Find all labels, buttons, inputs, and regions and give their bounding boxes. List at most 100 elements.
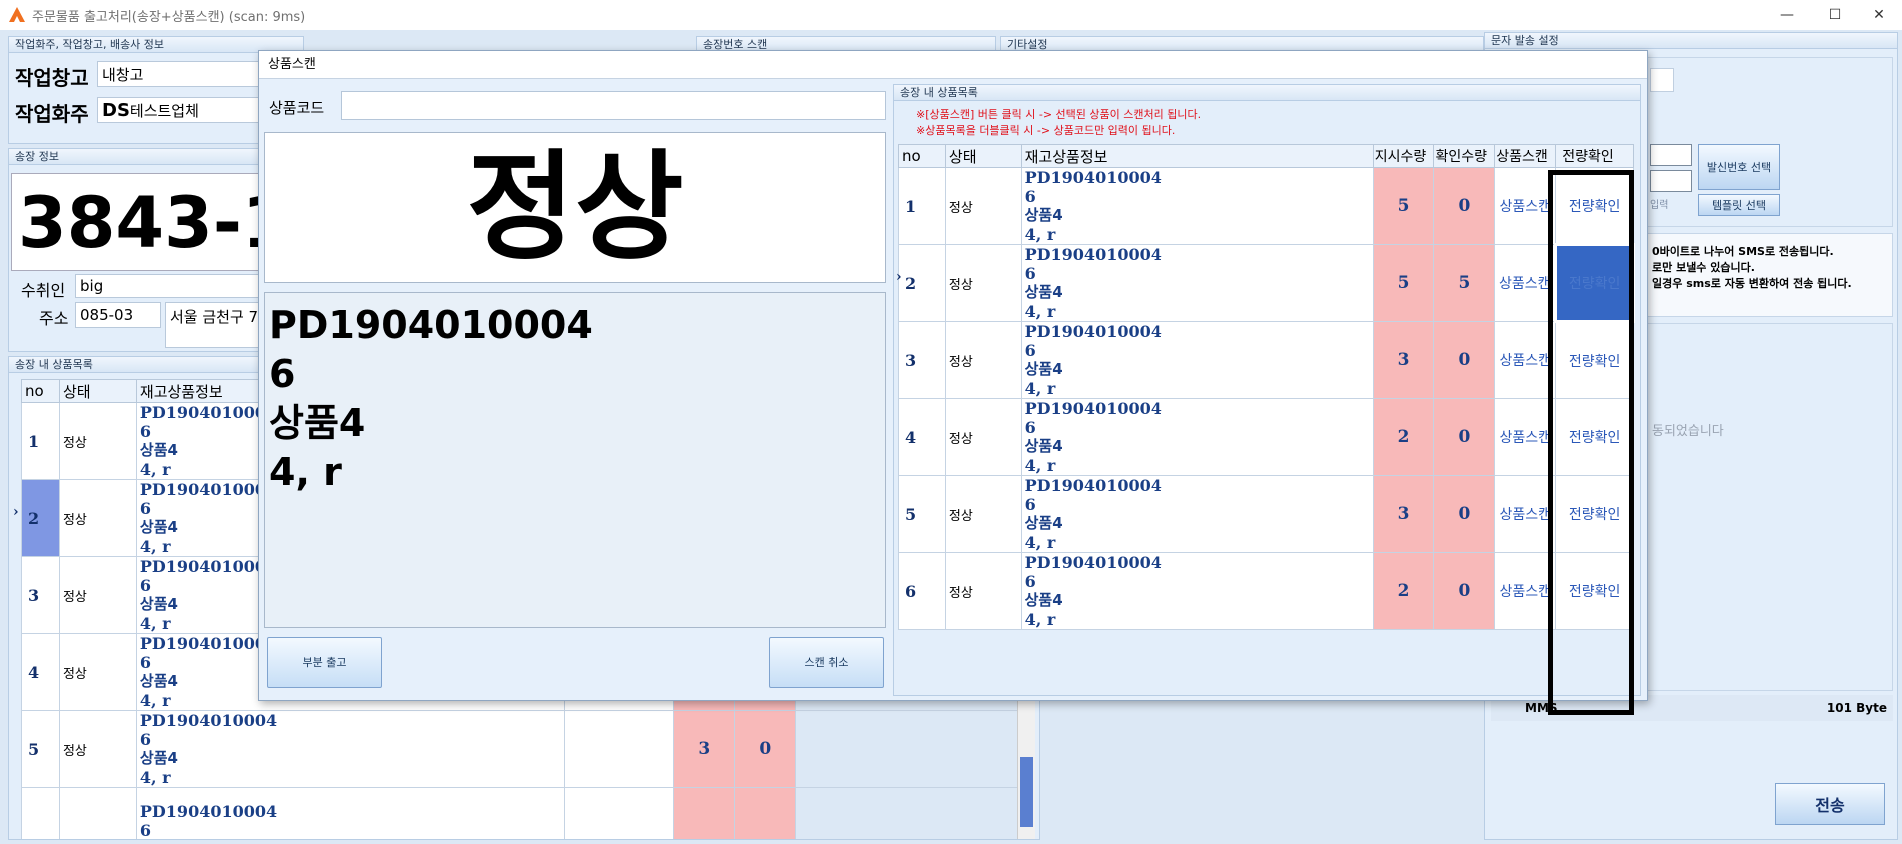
order-qty-cell[interactable]: 3 <box>673 710 736 788</box>
confirm-all-link[interactable]: 전량확인 <box>1555 552 1634 630</box>
header-no[interactable]: no <box>898 144 946 168</box>
product-scan-link[interactable]: 상품스캔 <box>1494 475 1557 553</box>
product-info-cell[interactable]: PD1904010004 6 상품4 4, r <box>1020 321 1374 399</box>
row-no-cell[interactable]: 5 <box>21 710 60 788</box>
confirm-qty-cell[interactable]: 0 <box>734 710 797 788</box>
row-status[interactable]: 정상 <box>944 167 1022 245</box>
confirm-qty-cell[interactable] <box>734 787 797 839</box>
product-info-cell[interactable]: PD1904010004 6 상품4 4, r <box>1020 552 1374 630</box>
row-status[interactable]: 정상 <box>944 244 1022 322</box>
row-no-cell[interactable]: 4 <box>898 398 946 476</box>
confirm-all-link[interactable]: 전량확인 <box>1555 398 1634 476</box>
row-no-cell[interactable]: › 2 <box>13 479 60 557</box>
header-status[interactable]: 상태 <box>944 144 1022 168</box>
row-no-cell[interactable]: 3 <box>21 556 60 634</box>
minimize-button[interactable]: — <box>1764 0 1810 30</box>
maximize-button[interactable]: ☐ <box>1812 0 1858 30</box>
row-empty-cell[interactable] <box>563 787 675 839</box>
header-confirm-all[interactable]: 전량확인 <box>1555 144 1634 168</box>
confirm-all-link[interactable]: 전량확인 <box>1555 167 1634 245</box>
product-scan-link[interactable]: 상품스캔 <box>1494 244 1557 322</box>
product-info-cell[interactable]: PD1904010004 6 상품4 4, r <box>1020 167 1374 245</box>
product-scan-link[interactable]: 상품스캔 <box>1494 398 1557 476</box>
order-qty-cell[interactable]: 5 <box>1372 244 1435 322</box>
row-status[interactable]: 정상 <box>58 710 137 788</box>
row-no-cell[interactable]: 1 <box>898 167 946 245</box>
scrollbar-thumb[interactable] <box>1020 757 1033 827</box>
confirm-qty-cell[interactable]: 0 <box>1433 398 1496 476</box>
product-info-cell[interactable]: PD1904010004 6 상품4 4, r <box>135 710 565 788</box>
sender-input[interactable] <box>1650 68 1674 92</box>
send-button[interactable]: 전송 <box>1775 783 1885 825</box>
row-no-cell[interactable]: 4 <box>21 633 60 711</box>
confirm-qty-cell[interactable]: 0 <box>1433 552 1496 630</box>
confirm-all-link[interactable]: 전량확인 <box>1555 475 1634 553</box>
row-empty-cell[interactable] <box>795 710 1021 788</box>
product-code-input[interactable] <box>341 91 886 120</box>
partial-shipment-button[interactable]: 부분 출고 <box>267 637 382 688</box>
grid-scrollbar[interactable] <box>1017 677 1035 839</box>
detail-option: 4, r <box>269 450 342 494</box>
row-status[interactable] <box>58 787 137 839</box>
product-scan-link[interactable]: 상품스캔 <box>1494 321 1557 399</box>
sender-number-input-1[interactable] <box>1650 144 1692 166</box>
confirm-qty-cell[interactable]: 5 <box>1433 244 1496 322</box>
sms-notice-line: 일경우 sms로 자동 변환하여 전송 됩니다. <box>1652 277 1852 290</box>
header-confirm-qty[interactable]: 확인수량 <box>1433 144 1496 168</box>
table-row[interactable]: 5 정상 PD1904010004 6 상품4 4, r 3 0 상품스캔 전량확인 <box>898 475 1634 553</box>
table-row[interactable]: › 2 정상 PD1904010004 6 상품4 4, r 5 5 상품스캔 전량확인 <box>896 243 1635 323</box>
confirm-all-link[interactable]: 전량확인 <box>1555 321 1634 399</box>
row-empty-cell[interactable] <box>795 787 1021 839</box>
row-status[interactable]: 정상 <box>944 398 1022 476</box>
table-row[interactable]: 5 정상 PD1904010004 6 상품4 4, r 3 0 <box>21 710 1021 788</box>
order-qty-cell[interactable]: 2 <box>1372 552 1435 630</box>
row-empty-cell[interactable] <box>563 710 675 788</box>
table-row[interactable]: 3 정상 PD1904010004 6 상품4 4, r 3 0 상품스캔 전량확인 <box>898 321 1634 399</box>
order-qty-cell[interactable]: 3 <box>1372 321 1435 399</box>
confirm-qty-cell[interactable]: 0 <box>1433 167 1496 245</box>
confirm-all-link[interactable]: 전량확인 <box>1554 243 1635 323</box>
product-info-cell[interactable]: PD1904010004 6 <box>135 787 565 839</box>
zip-field[interactable]: 085-03 <box>75 302 161 328</box>
row-status[interactable]: 정상 <box>944 475 1022 553</box>
order-qty-cell[interactable]: 2 <box>1372 398 1435 476</box>
row-status[interactable]: 정상 <box>58 633 137 711</box>
row-status[interactable]: 정상 <box>58 479 137 557</box>
table-row[interactable]: 1 정상 PD1904010004 6 상품4 4, r 5 0 상품스캔 전량확인 <box>898 167 1634 245</box>
sender-number-select-button[interactable]: 발신번호 선택 <box>1698 144 1780 190</box>
header-no[interactable]: no <box>21 379 60 403</box>
confirm-qty-cell[interactable]: 0 <box>1433 475 1496 553</box>
row-no-cell[interactable] <box>21 787 60 839</box>
order-qty-cell[interactable] <box>673 787 736 839</box>
row-status[interactable]: 정상 <box>944 552 1022 630</box>
header-status[interactable]: 상태 <box>58 379 137 403</box>
table-row[interactable]: 4 정상 PD1904010004 6 상품4 4, r 2 0 상품스캔 전량확인 <box>898 398 1634 476</box>
cancel-scan-button[interactable]: 스캔 취소 <box>769 637 884 688</box>
order-qty-cell[interactable]: 3 <box>1372 475 1435 553</box>
scan-detail-box: PD1904010004 6 상품4 4, r <box>264 292 886 628</box>
table-row[interactable]: 6 정상 PD1904010004 6 상품4 4, r 2 0 상품스캔 전량확인 <box>898 552 1634 630</box>
row-no-cell[interactable]: 3 <box>898 321 946 399</box>
header-product-scan[interactable]: 상품스캔 <box>1494 144 1557 168</box>
product-scan-link[interactable]: 상품스캔 <box>1494 167 1557 245</box>
header-info[interactable]: 재고상품정보 <box>1020 144 1374 168</box>
row-no-cell[interactable]: › 2 <box>896 244 946 322</box>
order-qty-cell[interactable]: 5 <box>1372 167 1435 245</box>
close-button[interactable]: ✕ <box>1856 0 1902 30</box>
confirm-qty-cell[interactable]: 0 <box>1433 321 1496 399</box>
row-no-cell[interactable]: 6 <box>898 552 946 630</box>
row-no-cell[interactable]: 5 <box>898 475 946 553</box>
row-status[interactable]: 정상 <box>944 321 1022 399</box>
row-status[interactable]: 정상 <box>58 556 137 634</box>
product-info-cell[interactable]: PD1904010004 6 상품4 4, r <box>1020 475 1374 553</box>
product-scan-link[interactable]: 상품스캔 <box>1494 552 1557 630</box>
row-status[interactable]: 정상 <box>58 402 137 480</box>
sender-number-input-2[interactable] <box>1650 170 1692 192</box>
row-no-cell[interactable]: 1 <box>21 402 60 480</box>
table-row[interactable]: PD1904010004 6 <box>21 787 1021 839</box>
header-order-qty[interactable]: 지시수량 <box>1372 144 1435 168</box>
template-select-button[interactable]: 템플릿 선택 <box>1698 194 1780 216</box>
product-info-cell[interactable]: PD1904010004 6 상품4 4, r <box>1020 398 1374 476</box>
product-code: PD1904010004 <box>1024 322 1162 341</box>
product-info-cell[interactable]: PD1904010004 6 상품4 4, r <box>1020 244 1374 322</box>
